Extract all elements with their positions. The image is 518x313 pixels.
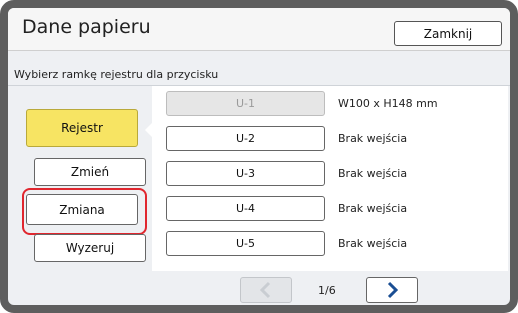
- registration-status-u5: Brak wejścia: [338, 237, 408, 250]
- reset-button[interactable]: Wyzeruj: [34, 234, 146, 262]
- register-button[interactable]: Rejestr: [26, 109, 138, 147]
- chevron-left-icon: [259, 281, 271, 299]
- registration-status-u2: Brak wejścia: [338, 132, 408, 145]
- dialog-frame: Dane papieru Zamknij Wybierz ramkę rejes…: [0, 0, 518, 313]
- instruction-text: Wybierz ramkę rejestru dla przycisku: [14, 68, 219, 81]
- previous-page-button[interactable]: [240, 277, 292, 303]
- page-indicator: 1/6: [318, 284, 336, 297]
- next-page-button[interactable]: [366, 277, 418, 303]
- switch-button[interactable]: Zmiana: [26, 194, 138, 225]
- registration-button-u5[interactable]: U-5: [166, 231, 325, 256]
- dialog-header: Dane papieru Zamknij: [8, 8, 510, 51]
- registration-status-u4: Brak wejścia: [338, 202, 408, 215]
- registration-status-u1: W100 x H148 mm: [338, 97, 438, 110]
- close-button[interactable]: Zamknij: [394, 21, 502, 46]
- panel-pointer: [145, 123, 152, 137]
- change-button[interactable]: Zmień: [34, 158, 146, 186]
- registration-button-u3[interactable]: U-3: [166, 161, 325, 186]
- chevron-right-icon: [387, 281, 399, 299]
- registration-status-u3: Brak wejścia: [338, 167, 408, 180]
- page-title: Dane papieru: [22, 16, 151, 38]
- registration-button-u2[interactable]: U-2: [166, 126, 325, 151]
- registration-button-u1[interactable]: U-1: [166, 91, 325, 116]
- registration-button-u4[interactable]: U-4: [166, 196, 325, 221]
